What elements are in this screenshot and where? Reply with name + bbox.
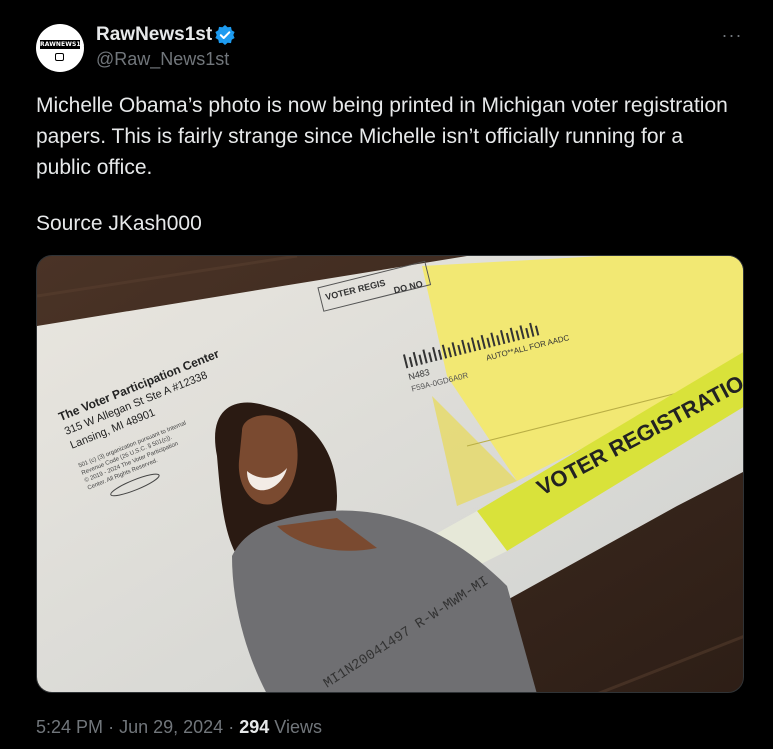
tweet-meta: 5:24 PM · Jun 29, 2024 · 294 Views	[36, 716, 322, 738]
avatar-logo-text: RAWNEWS1ST	[40, 40, 84, 49]
verified-badge-icon	[215, 25, 235, 45]
tweet-text: Michelle Obama’s photo is now being prin…	[36, 90, 736, 183]
tweet-body: Michelle Obama’s photo is now being prin…	[36, 94, 728, 179]
avatar-logo-mark	[55, 53, 64, 61]
meta-separator: ·	[108, 717, 115, 737]
tweet: RAWNEWS1ST RawNews1st @Raw_News1st ··· M…	[0, 0, 773, 749]
tweet-time[interactable]: 5:24 PM	[36, 717, 103, 737]
views-label: Views	[274, 717, 322, 737]
envelope-photo: VOTER REGIS DO NO N483 F59A-0GD6A0R AUTO…	[37, 256, 743, 692]
tweet-media-image[interactable]: VOTER REGIS DO NO N483 F59A-0GD6A0R AUTO…	[36, 255, 744, 693]
tweet-source-line: Source JKash000	[36, 212, 202, 235]
meta-separator-2: ·	[228, 717, 235, 737]
author-handle[interactable]: @Raw_News1st	[96, 48, 229, 70]
more-options-icon[interactable]: ···	[720, 24, 744, 46]
author-name[interactable]: RawNews1st	[96, 24, 212, 46]
tweet-date[interactable]: Jun 29, 2024	[119, 717, 223, 737]
avatar[interactable]: RAWNEWS1ST	[36, 24, 84, 72]
views-count: 294	[239, 717, 270, 737]
